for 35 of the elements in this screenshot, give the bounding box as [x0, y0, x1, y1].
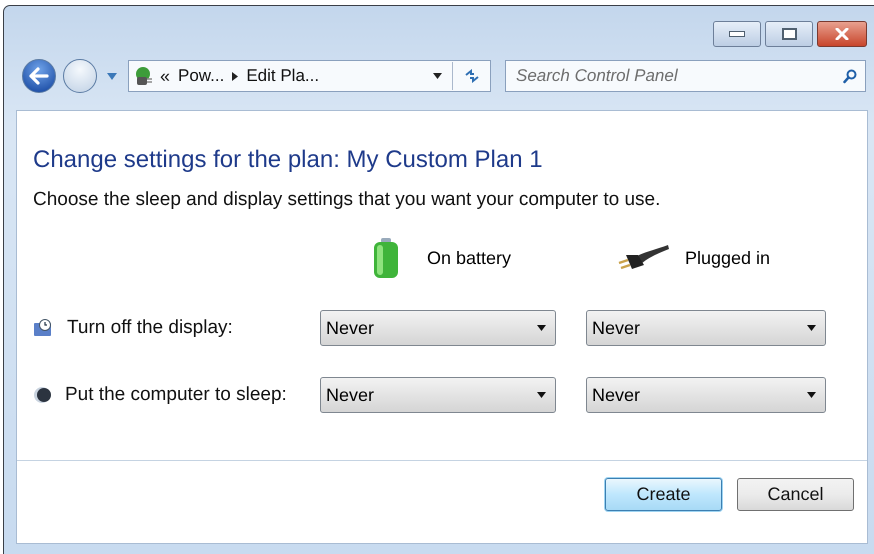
dropdown-arrow-icon	[537, 392, 546, 398]
separator-arrow-icon[interactable]	[232, 72, 238, 80]
close-icon	[835, 28, 849, 40]
close-button[interactable]	[817, 21, 867, 47]
breadcrumb[interactable]: Pow...	[178, 66, 224, 86]
maximize-button[interactable]	[765, 21, 813, 47]
breadcrumb[interactable]: Edit Pla...	[246, 66, 320, 86]
moon-icon	[33, 386, 51, 404]
back-arrow-icon	[29, 67, 49, 85]
dropdown-arrow-icon	[807, 392, 816, 398]
back-button[interactable]	[22, 59, 56, 93]
dialog-button[interactable]: Create	[605, 478, 722, 511]
dropdown[interactable]: Never	[320, 310, 556, 346]
description-text: Choose the sleep and display settings that you want your computer to use.	[33, 189, 662, 211]
monitor-clock-icon	[33, 319, 53, 337]
forward-button[interactable]	[63, 59, 97, 93]
battery-icon	[372, 237, 400, 279]
dropdown-arrow-icon	[807, 325, 816, 331]
overflow-chevron[interactable]: «	[160, 66, 170, 86]
dropdown[interactable]: Never	[586, 310, 826, 346]
setting-label: Put the computer to sleep:	[65, 384, 287, 406]
dropdown-arrow-icon	[537, 325, 546, 331]
dropdown[interactable]: Never	[320, 377, 556, 413]
dropdown-arrow-icon[interactable]	[433, 73, 442, 79]
column-label: On battery	[427, 248, 512, 268]
dropdown[interactable]: Never	[586, 377, 826, 413]
search-icon	[843, 69, 857, 84]
column-label: Plugged in	[685, 248, 770, 268]
setting-label: Turn off the display:	[67, 317, 233, 339]
dialog-button[interactable]: Cancel	[737, 478, 854, 511]
minimize-button[interactable]	[713, 21, 761, 47]
address-bar[interactable]: « Pow... Edit Pla...	[128, 60, 491, 92]
page-heading: Change settings for the plan: My Custom Plan 1	[33, 146, 544, 174]
refresh-icon	[462, 69, 480, 83]
search-field[interactable]: Search Control Panel	[505, 60, 866, 92]
